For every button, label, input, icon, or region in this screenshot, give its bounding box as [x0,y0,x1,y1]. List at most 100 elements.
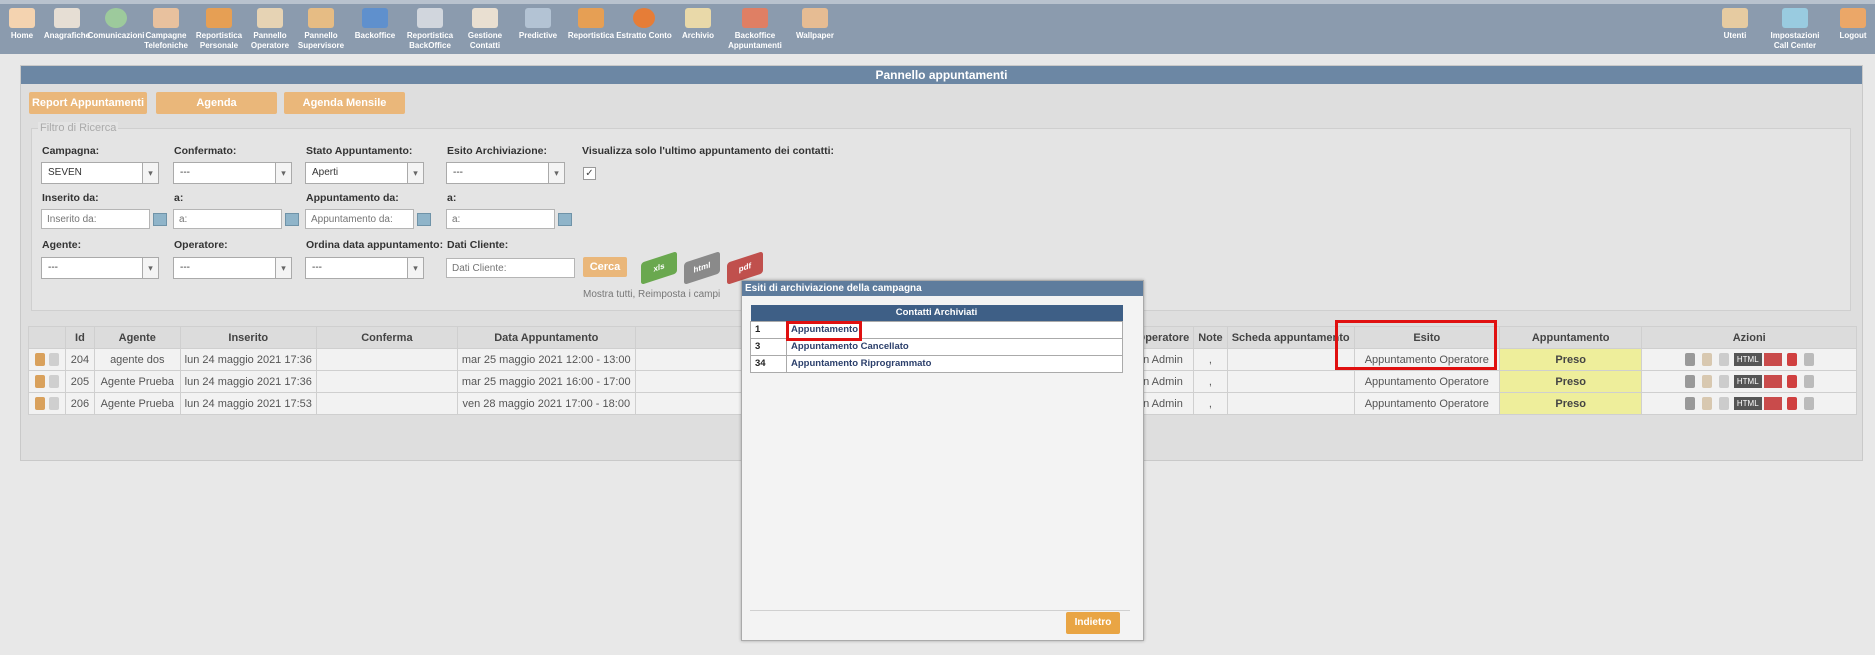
campagna-select[interactable]: SEVEN ▾ [41,162,159,184]
archiviati-count: 1 [750,320,787,339]
archiviati-row[interactable]: 34 Appuntamento Riprogrammato [750,354,1123,373]
col-header-inserito[interactable]: Inserito [179,326,317,349]
ultimo-appuntamento-checkbox[interactable]: ✓ [583,167,596,180]
col-header-agente[interactable]: Agente [93,326,181,349]
cell-agente: Agente Prueba [93,392,181,415]
settings-icon [1782,8,1808,28]
operatore-select[interactable]: --- ▾ [173,257,292,279]
toolbar-label: Anagrafiche [43,31,91,40]
toolbar-item-globe[interactable]: Comunicazioni [87,4,145,51]
doc-icon[interactable] [1718,375,1729,388]
toolbar-label: Comunicazioni [87,31,145,40]
stato-appuntamento-select[interactable]: Aperti ▾ [305,162,424,184]
xls-export-icon[interactable]: xls [641,251,677,285]
toolbar-item-appointments[interactable]: Backoffice Appuntamenti [724,4,786,51]
toolbar-item-settings[interactable]: Impostazioni Call Center [1759,4,1831,51]
toolbar-item-campaign[interactable]: Campagne Telefoniche [142,4,190,51]
pdf-icon[interactable] [1763,353,1782,366]
cell-conferma [315,370,458,393]
toolbar-item-logout[interactable]: Logout [1831,4,1875,51]
doc-icon[interactable] [1718,397,1729,410]
toolbar-label: Predictive [518,31,558,40]
audio-icon[interactable] [1803,353,1814,366]
calendar-icon[interactable] [285,213,299,226]
trash-icon[interactable] [1786,353,1797,366]
toolbar-item-bar-chart[interactable]: Reportistica [566,4,616,51]
cell-appuntamento: Preso [1498,348,1643,371]
agenda-mensile-button[interactable]: Agenda Mensile [284,92,405,114]
agenda-button[interactable]: Agenda [156,92,277,114]
card-icon[interactable] [49,397,59,410]
user-icon[interactable] [35,397,45,410]
toolbar-item-report-backoffice[interactable]: Reportistica BackOffice [400,4,460,51]
a-input[interactable] [173,209,282,229]
ordina-data-select[interactable]: --- ▾ [305,257,424,279]
report-appuntamenti-button[interactable]: Report Appuntamenti [29,92,147,114]
row-icons-cell [28,370,66,393]
lock-icon[interactable] [1684,397,1695,410]
pdf-icon[interactable] [1763,397,1782,410]
dati-cliente-input[interactable] [446,258,575,278]
doc-icon[interactable] [1718,353,1729,366]
lock-icon[interactable] [1684,353,1695,366]
person-icon[interactable] [1701,397,1712,410]
agente-select-value: --- [48,262,58,273]
agente-label: Agente: [42,239,82,251]
card-icon[interactable] [49,375,59,388]
archiviati-label[interactable]: Appuntamento Riprogrammato [786,354,1123,373]
calendar-icon[interactable] [153,213,167,226]
toolbar-item-users[interactable]: Utenti [1711,4,1759,51]
confermato-select[interactable]: --- ▾ [173,162,292,184]
calendar-icon[interactable] [558,213,572,226]
toolbar-item-supervisor[interactable]: Pannello Supervisore [292,4,350,51]
agente-select[interactable]: --- ▾ [41,257,159,279]
col-header-azioni: Azioni [1641,326,1857,349]
toolbar-item-people-doc[interactable]: Anagrafiche [44,4,90,51]
appuntamento-da-input[interactable] [305,209,414,229]
campaign-icon [153,8,179,28]
a2-label: a: [447,192,457,204]
toolbar-item-binders[interactable]: Backoffice [350,4,400,51]
col-header-note[interactable]: Note [1193,326,1228,349]
inserito-da-input[interactable] [41,209,150,229]
trash-icon[interactable] [1786,397,1797,410]
pdf-icon[interactable] [1763,375,1782,388]
trash-icon[interactable] [1786,375,1797,388]
html-icon[interactable]: HTML [1733,353,1762,366]
col-header-appuntamento[interactable]: Appuntamento [1498,326,1643,349]
toolbar-item-operator[interactable]: Pannello Operatore [248,4,292,51]
toolbar-item-contacts[interactable]: Gestione Contatti [460,4,510,51]
bar-chart-icon [206,8,232,28]
confermato-label: Confermato: [174,145,237,157]
toolbar-item-euro[interactable]: Estratto Conto [616,4,672,51]
toolbar-label: Reportistica BackOffice [406,31,454,50]
lock-icon[interactable] [1684,375,1695,388]
indietro-button[interactable]: Indietro [1066,612,1120,634]
cerca-button[interactable]: Cerca [583,257,627,277]
toolbar-item-bar-chart[interactable]: Reportistica Personale [190,4,248,51]
toolbar-item-archive[interactable]: Archivio [672,4,724,51]
calendar-icon[interactable] [417,213,431,226]
cell-inserito: lun 24 maggio 2021 17:36 [179,348,317,371]
col-header-id[interactable]: Id [65,326,95,349]
user-icon[interactable] [35,375,45,388]
toolbar-item-wallpaper[interactable]: Wallpaper [786,4,844,51]
html-icon[interactable]: HTML [1733,375,1762,388]
toolbar-item-predictive[interactable]: Predictive [510,4,566,51]
audio-icon[interactable] [1803,397,1814,410]
card-icon[interactable] [49,353,59,366]
mostra-reimposta-link[interactable]: Mostra tutti, Reimposta i campi [583,289,720,300]
toolbar-left-group: Home Anagrafiche Comunicazioni Campagne Tel… [0,4,844,51]
esito-select-value: --- [453,167,463,178]
a2-input[interactable] [446,209,555,229]
html-icon[interactable]: HTML [1733,397,1762,410]
col-header-data[interactable]: Data Appuntamento [456,326,636,349]
person-icon[interactable] [1701,353,1712,366]
col-header-conferma[interactable]: Conferma [315,326,458,349]
person-icon[interactable] [1701,375,1712,388]
html-export-icon[interactable]: html [684,251,720,285]
toolbar-item-home[interactable]: Home [0,4,44,51]
user-icon[interactable] [35,353,45,366]
audio-icon[interactable] [1803,375,1814,388]
esito-archiviazione-select[interactable]: --- ▾ [446,162,565,184]
